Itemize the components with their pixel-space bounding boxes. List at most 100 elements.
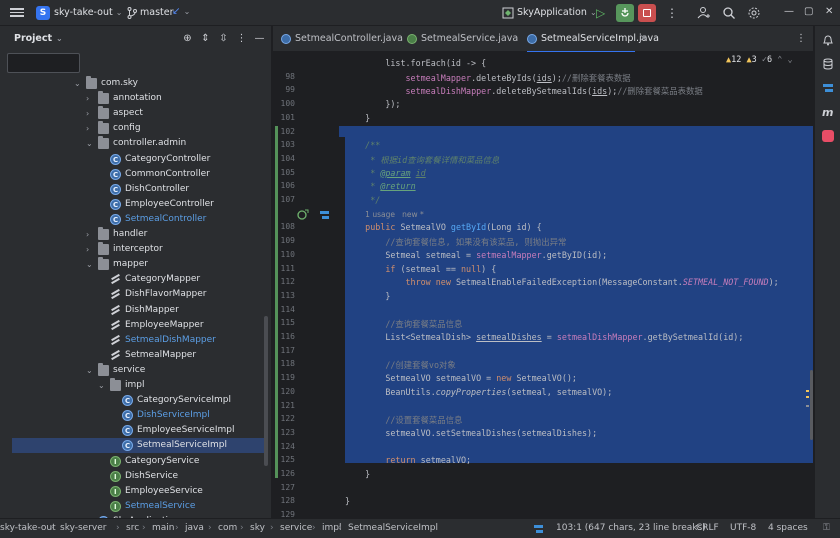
line-number[interactable]: 110 xyxy=(275,250,295,259)
code-line[interactable]: BeanUtils.copyProperties(setmeal, setmea… xyxy=(345,387,612,397)
settings-icon[interactable] xyxy=(747,6,761,20)
vcs-change-marker[interactable] xyxy=(275,126,278,478)
project-scrollbar[interactable] xyxy=(264,316,268,466)
close-icon[interactable]: ✕ xyxy=(825,6,833,17)
code-line[interactable]: } xyxy=(345,291,390,301)
expand-all-icon[interactable]: ⇕ xyxy=(200,33,211,44)
tree-file[interactable]: CommonController xyxy=(0,167,266,183)
tree-file[interactable]: EmployeeController xyxy=(0,197,266,213)
chevron-down-icon[interactable]: ⌄ xyxy=(86,363,96,378)
line-number[interactable]: 117 xyxy=(275,346,295,355)
line-number[interactable]: 127 xyxy=(275,483,295,492)
file-encoding[interactable]: UTF-8 xyxy=(730,523,756,533)
endpoints-status-icon[interactable] xyxy=(533,524,544,534)
line-number[interactable]: 98 xyxy=(275,72,295,81)
stop-icon[interactable] xyxy=(638,4,656,22)
chevron-down-icon[interactable]: ⌄ xyxy=(86,136,96,151)
breadcrumb-item[interactable]: SetmealServiceImpl xyxy=(348,523,438,533)
line-number[interactable]: 107 xyxy=(275,195,295,204)
tree-file[interactable]: EmployeeService xyxy=(0,484,266,500)
code-line[interactable]: List<SetmealDish> setmealDishes = setmea… xyxy=(345,332,743,342)
code-line[interactable]: //设置套餐菜品信息 xyxy=(345,414,462,426)
database-icon[interactable] xyxy=(822,58,834,70)
tree-file[interactable]: DishFlavorMapper xyxy=(0,287,266,302)
tree-file[interactable]: SetmealService xyxy=(0,499,266,515)
code-line[interactable]: return setmealVO; xyxy=(345,455,471,465)
more-icon[interactable]: ⋮ xyxy=(666,6,678,20)
line-number[interactable]: 124 xyxy=(275,442,295,451)
code-line[interactable]: //查询套餐信息, 如果没有该菜品, 则抛出异常 xyxy=(345,236,566,248)
tree-file[interactable]: EmployeeServiceImpl xyxy=(0,423,266,439)
collapse-all-icon[interactable]: ⇳ xyxy=(218,33,229,44)
breadcrumb-item[interactable]: src xyxy=(126,523,139,533)
code-line[interactable]: Setmeal setmeal = setmealMapper.getByID(… xyxy=(345,250,607,260)
line-number[interactable]: 118 xyxy=(275,359,295,368)
chevron-down-icon[interactable]: ⌄ xyxy=(74,76,84,91)
add-user-icon[interactable] xyxy=(697,6,711,20)
tree-file[interactable]: CategoryServiceImpl xyxy=(0,393,266,409)
chevron-down-icon[interactable]: ⌄ xyxy=(86,257,96,272)
code-line[interactable]: setmealMapper.deleteByIds(ids);//删除套餐表数据 xyxy=(345,72,631,84)
debug-icon[interactable] xyxy=(616,4,634,22)
implements-gutter-icon[interactable] xyxy=(297,209,309,220)
chevron-up-icon[interactable]: ⌃ xyxy=(777,55,782,65)
notifications-icon[interactable] xyxy=(822,34,834,46)
tree-file[interactable]: CategoryService xyxy=(0,454,266,470)
line-number[interactable]: 104 xyxy=(275,154,295,163)
line-number[interactable]: 119 xyxy=(275,373,295,382)
inspection-widget[interactable]: ▲12 ▲3 ✓6 ⌃ ⌄ xyxy=(726,55,793,65)
tabs-more-icon[interactable]: ⋮ xyxy=(796,33,806,44)
caret-position[interactable]: 103:1 (647 chars, 23 line breaks) xyxy=(556,523,706,533)
line-number[interactable]: 108 xyxy=(275,222,295,231)
tree-folder[interactable]: ⌄ mapper xyxy=(0,257,266,272)
tree-folder[interactable]: › interceptor xyxy=(0,242,266,257)
code-line[interactable]: */ xyxy=(345,195,380,205)
error-stripe-mark[interactable] xyxy=(806,390,809,392)
line-number[interactable]: 111 xyxy=(275,264,295,273)
line-number[interactable]: 121 xyxy=(275,401,295,410)
line-number[interactable]: 102 xyxy=(275,127,295,136)
code-line[interactable]: } xyxy=(345,113,370,123)
endpoint-gutter-icon[interactable] xyxy=(319,210,330,220)
chevron-right-icon[interactable]: › xyxy=(86,227,96,242)
tree-file[interactable]: SetmealMapper xyxy=(0,348,266,363)
tree-file[interactable]: SetmealServiceImpl xyxy=(12,438,264,454)
tree-file[interactable]: CategoryController xyxy=(0,152,266,168)
branch-selector[interactable]: master xyxy=(140,7,174,18)
breadcrumb-item[interactable]: main xyxy=(152,523,175,533)
minimize-icon[interactable]: — xyxy=(784,6,794,17)
line-number[interactable]: 123 xyxy=(275,428,295,437)
code-line[interactable]: } xyxy=(345,469,370,479)
code-line[interactable]: * 根据id查询套餐详情和菜品信息 xyxy=(345,154,499,166)
close-tab-icon[interactable]: ✕ xyxy=(639,26,647,52)
plugin-icon[interactable] xyxy=(822,130,834,142)
code-line[interactable]: * @param id xyxy=(345,168,426,178)
chevron-right-icon[interactable]: › xyxy=(86,106,96,121)
code-line[interactable]: if (setmeal == null) { xyxy=(345,264,496,274)
line-number[interactable]: 114 xyxy=(275,305,295,314)
chevron-right-icon[interactable]: › xyxy=(86,242,96,257)
code-line[interactable]: list.forEach(id -> { xyxy=(345,58,486,68)
chevron-down-icon[interactable]: ⌄ xyxy=(788,55,793,65)
line-number[interactable]: 106 xyxy=(275,181,295,190)
line-number[interactable]: 122 xyxy=(275,414,295,423)
tree-folder[interactable]: ⌄ impl xyxy=(0,378,266,393)
tree-folder[interactable]: ⌄ service xyxy=(0,362,266,378)
breadcrumb-item[interactable]: sky-take-out xyxy=(0,523,56,533)
code-line[interactable]: public SetmealVO getById(Long id) { xyxy=(345,222,542,232)
tree-file[interactable]: DishController xyxy=(0,182,266,198)
project-search-field[interactable] xyxy=(7,53,80,73)
line-number[interactable]: 126 xyxy=(275,469,295,478)
line-number[interactable]: 129 xyxy=(275,510,295,518)
tree-folder[interactable]: ⌄ controller.admin xyxy=(0,136,266,151)
code-line[interactable]: //查询套餐菜品信息 xyxy=(345,318,462,330)
indent-setting[interactable]: 4 spaces xyxy=(768,523,808,533)
tree-folder[interactable]: › aspect xyxy=(0,106,266,121)
error-stripe-mark[interactable] xyxy=(806,405,809,407)
tree-folder[interactable]: › handler xyxy=(0,227,266,242)
tree-folder[interactable]: ⌄ com.sky xyxy=(0,76,266,91)
tree-folder[interactable]: › config xyxy=(0,121,266,136)
hamburger-menu-icon[interactable] xyxy=(10,6,24,20)
chevron-right-icon[interactable]: › xyxy=(86,91,96,106)
project-name[interactable]: sky-take-out ⌄ xyxy=(54,7,122,18)
